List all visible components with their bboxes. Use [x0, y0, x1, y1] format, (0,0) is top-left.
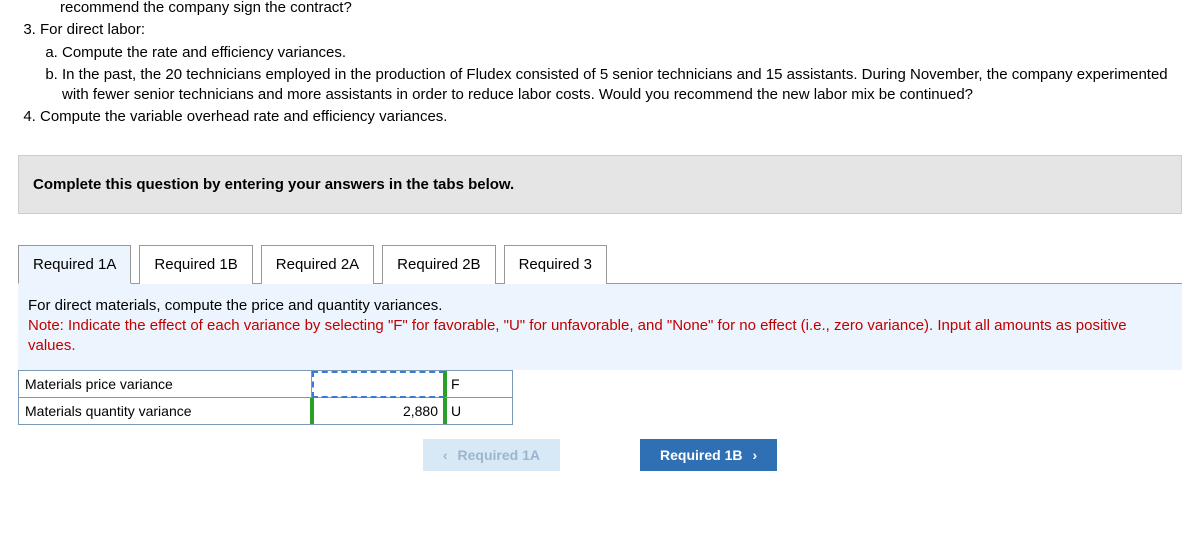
question-body: recommend the company sign the contract?…: [0, 0, 1200, 140]
prev-button[interactable]: ‹ Required 1A: [423, 439, 560, 471]
table-row: Materials quantity variance 2,880 U: [19, 398, 513, 425]
tab-required-1b[interactable]: Required 1B: [139, 245, 252, 284]
effect-select-price[interactable]: F: [445, 371, 513, 398]
tab-panel: For direct materials, compute the price …: [18, 283, 1182, 371]
tab-required-3[interactable]: Required 3: [504, 245, 607, 284]
question-item1-tail: recommend the company sign the contract?: [60, 0, 352, 16]
next-button-label: Required 1B: [660, 447, 742, 463]
prev-button-label: Required 1A: [458, 447, 540, 463]
chevron-left-icon: ‹: [443, 447, 448, 463]
question-item2a: Compute the rate and efficiency variance…: [62, 43, 1190, 63]
row-label: Materials price variance: [19, 371, 312, 398]
effect-select-quantity[interactable]: U: [445, 398, 513, 425]
validated-marker-icon: [310, 398, 314, 424]
nav-row: ‹ Required 1A Required 1B ›: [18, 439, 1182, 471]
question-item2: For direct labor: Compute the rate and e…: [40, 20, 1190, 105]
variance-table: Materials price variance F Materials qua…: [18, 370, 513, 425]
tab-required-2a[interactable]: Required 2A: [261, 245, 374, 284]
chevron-right-icon: ›: [752, 447, 757, 463]
question-item2b: In the past, the 20 technicians employed…: [62, 65, 1190, 106]
next-button[interactable]: Required 1B ›: [640, 439, 777, 471]
amount-input-quantity[interactable]: 2,880: [312, 398, 445, 425]
validated-marker-icon: [443, 398, 447, 424]
instruction-bar: Complete this question by entering your …: [18, 155, 1182, 214]
row-label: Materials quantity variance: [19, 398, 312, 425]
tab-required-2b[interactable]: Required 2B: [382, 245, 495, 284]
question-item3: Compute the variable overhead rate and e…: [40, 107, 1190, 127]
tabs: Required 1A Required 1B Required 2A Requ…: [18, 244, 1182, 283]
amount-input-price[interactable]: [312, 371, 445, 398]
panel-prompt-note: Note: Indicate the effect of each varian…: [28, 317, 1127, 354]
validated-marker-icon: [443, 371, 447, 397]
tab-required-1a[interactable]: Required 1A: [18, 245, 131, 284]
panel-prompt-main: For direct materials, compute the price …: [28, 297, 442, 314]
table-row: Materials price variance F: [19, 371, 513, 398]
